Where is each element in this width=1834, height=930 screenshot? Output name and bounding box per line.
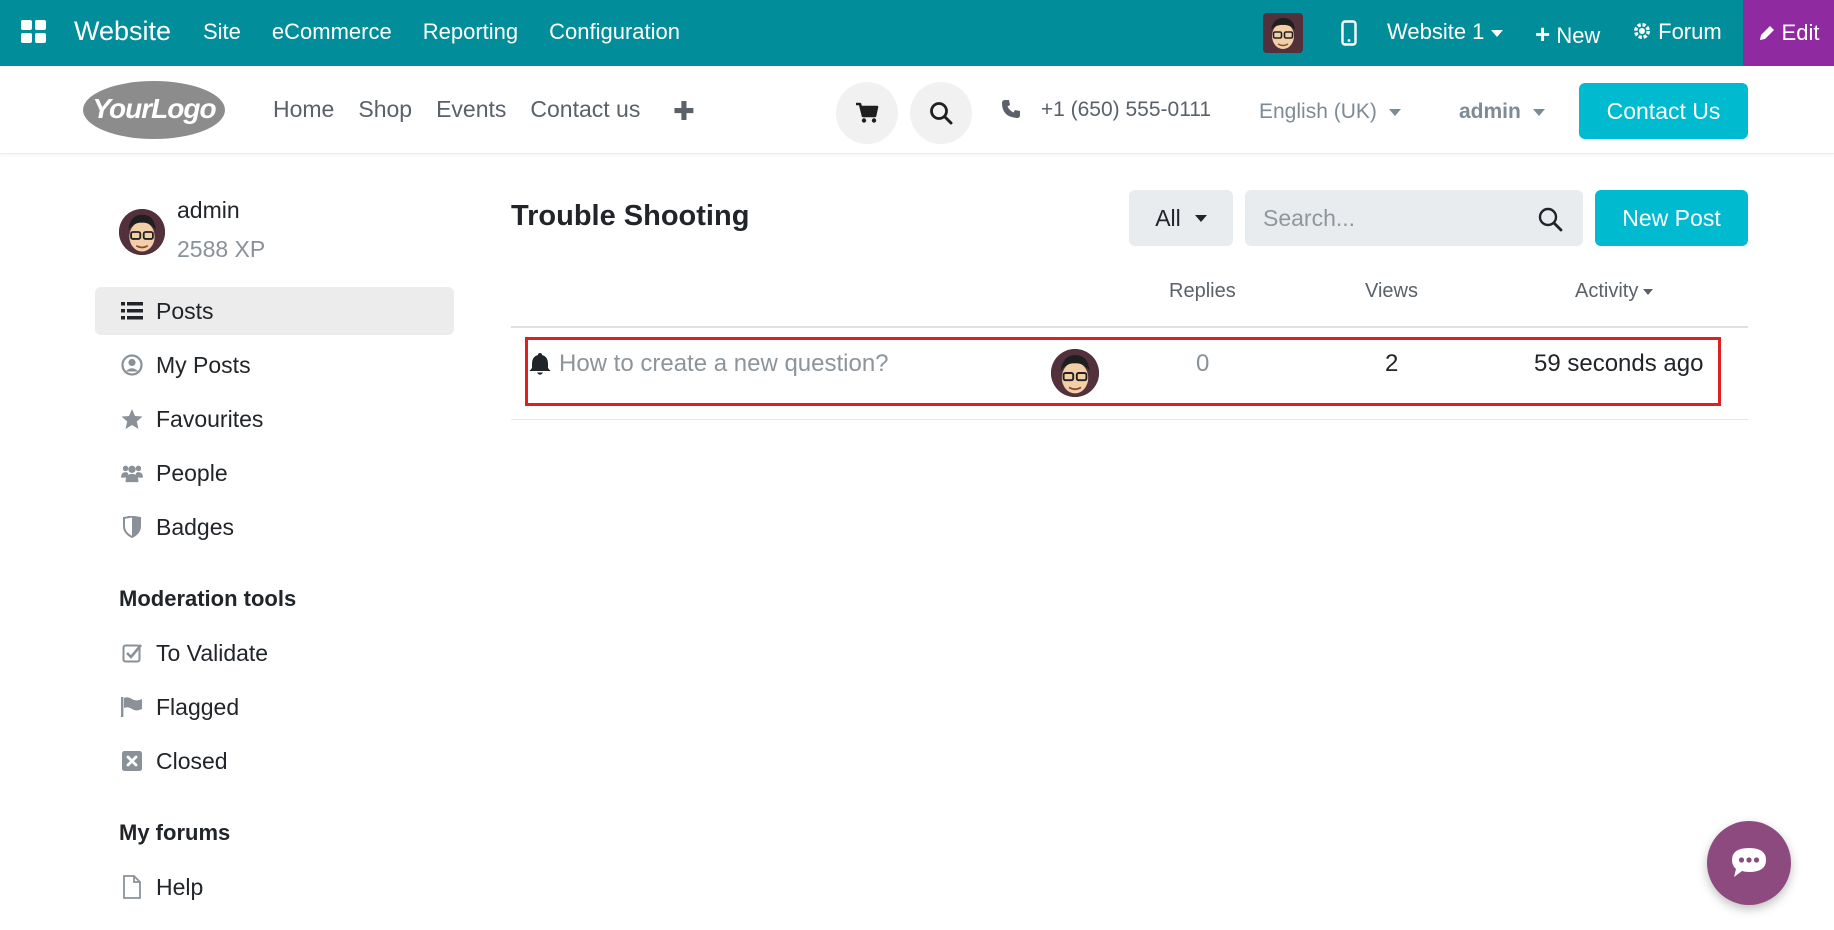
chevron-down-icon <box>1388 108 1401 116</box>
website-switcher-label: Website 1 <box>1387 19 1485 44</box>
new-post-button[interactable]: New Post <box>1595 190 1748 246</box>
sidebar-item-label: Flagged <box>156 693 240 720</box>
phone-contact[interactable]: +1 (650) 555-0111 <box>1001 98 1211 122</box>
nav-contact-us[interactable]: Contact us <box>530 96 640 123</box>
admin-navbar: Website Site eCommerce Reporting Configu… <box>0 0 1834 66</box>
sidebar-item-label: People <box>156 459 228 486</box>
forum-options-button[interactable]: Forum <box>1632 19 1722 45</box>
flag-icon <box>121 696 143 718</box>
sidebar-item-my-posts[interactable]: My Posts <box>95 341 454 389</box>
gear-icon <box>1632 19 1658 44</box>
page-title: Trouble Shooting <box>511 200 750 232</box>
sidebar-item-flagged[interactable]: Flagged <box>95 683 454 731</box>
sidebar-item-label: To Validate <box>156 639 269 666</box>
chat-bubble-icon <box>1732 848 1766 877</box>
moderation-heading: Moderation tools <box>119 586 297 611</box>
pencil-icon <box>1758 20 1782 46</box>
site-nav: Home Shop Events Contact us <box>273 96 664 123</box>
sidebar-item-label: Posts <box>156 297 214 324</box>
highlight-box <box>525 337 1721 406</box>
sidebar-item-people[interactable]: People <box>95 449 454 497</box>
edit-label: Edit <box>1781 20 1820 45</box>
language-label: English (UK) <box>1259 100 1377 123</box>
sidebar-item-label: My Posts <box>156 351 251 378</box>
top-menu: Site eCommerce Reporting Configuration <box>203 19 711 45</box>
sidebar-item-label: Help <box>156 873 204 900</box>
nav-home[interactable]: Home <box>273 96 334 123</box>
user-dropdown-label: admin <box>1459 100 1521 123</box>
user-avatar[interactable] <box>1263 13 1303 53</box>
people-icon <box>121 462 143 484</box>
profile-xp: 2588 XP <box>177 236 266 262</box>
site-header: YourLogo Home Shop Events Contact us ✚ +… <box>0 66 1834 154</box>
shield-icon <box>121 516 143 538</box>
profile-name[interactable]: admin <box>177 197 240 224</box>
filter-dropdown[interactable]: All <box>1129 190 1233 246</box>
sidebar-item-help[interactable]: Help <box>95 863 454 911</box>
chevron-down-icon <box>1194 214 1207 222</box>
sidebar-item-badges[interactable]: Badges <box>95 503 454 551</box>
user-dropdown[interactable]: admin <box>1459 100 1545 124</box>
search-input[interactable] <box>1245 190 1515 246</box>
check-square-icon <box>121 642 143 664</box>
table-header-divider <box>511 326 1748 328</box>
column-header-activity-label: Activity <box>1575 280 1639 302</box>
forum-options-label: Forum <box>1658 19 1722 44</box>
row-divider <box>511 419 1748 420</box>
list-icon <box>121 300 143 322</box>
search-button[interactable] <box>910 82 972 144</box>
filter-label: All <box>1155 204 1181 231</box>
sidebar-item-posts[interactable]: Posts <box>95 287 454 335</box>
column-header-views: Views <box>1365 280 1418 302</box>
nav-shop[interactable]: Shop <box>358 96 412 123</box>
chevron-down-icon <box>1532 108 1545 116</box>
plus-icon: + <box>1535 19 1551 49</box>
cart-button[interactable] <box>836 82 898 144</box>
logo-text: YourLogo <box>92 93 216 124</box>
apps-grid-icon[interactable] <box>21 20 47 44</box>
site-logo[interactable]: YourLogo <box>82 80 226 140</box>
sidebar-item-label: Closed <box>156 747 228 774</box>
user-circle-icon <box>121 354 143 376</box>
sidebar-item-favourites[interactable]: Favourites <box>95 395 454 443</box>
phone-number: +1 (650) 555-0111 <box>1040 98 1212 121</box>
sidebar-item-closed[interactable]: Closed <box>95 737 454 785</box>
language-selector[interactable]: English (UK) <box>1259 100 1401 124</box>
menu-reporting[interactable]: Reporting <box>423 19 518 45</box>
mobile-preview-icon[interactable] <box>1341 20 1357 46</box>
menu-configuration[interactable]: Configuration <box>549 19 680 45</box>
sidebar-item-label: Badges <box>156 513 235 540</box>
close-square-icon <box>121 750 143 772</box>
app-name[interactable]: Website <box>74 16 171 47</box>
star-icon <box>121 408 143 430</box>
add-menu-item-icon[interactable]: ✚ <box>673 96 695 127</box>
contact-us-button[interactable]: Contact Us <box>1579 83 1748 139</box>
sort-down-icon <box>1643 288 1654 295</box>
sidebar-item-label: Favourites <box>156 405 264 432</box>
search-icon[interactable] <box>1537 206 1563 232</box>
menu-ecommerce[interactable]: eCommerce <box>272 19 392 45</box>
chevron-down-icon <box>1491 29 1504 37</box>
my-forums-heading: My forums <box>119 820 231 845</box>
livechat-button[interactable] <box>1707 821 1791 905</box>
phone-icon <box>1002 100 1020 118</box>
column-header-activity[interactable]: Activity <box>1575 280 1654 303</box>
website-switcher[interactable]: Website 1 <box>1387 19 1504 45</box>
new-content-button[interactable]: + New <box>1535 19 1600 50</box>
edit-button[interactable]: Edit <box>1743 0 1834 66</box>
new-content-label: New <box>1556 23 1601 48</box>
sidebar-item-to-validate[interactable]: To Validate <box>95 629 454 677</box>
search-box <box>1245 190 1583 246</box>
column-header-replies: Replies <box>1169 280 1236 302</box>
profile-avatar[interactable] <box>119 209 165 255</box>
file-icon <box>121 875 143 899</box>
menu-site[interactable]: Site <box>203 19 241 45</box>
cart-icon <box>856 102 879 123</box>
nav-events[interactable]: Events <box>436 96 506 123</box>
search-icon <box>930 102 953 125</box>
